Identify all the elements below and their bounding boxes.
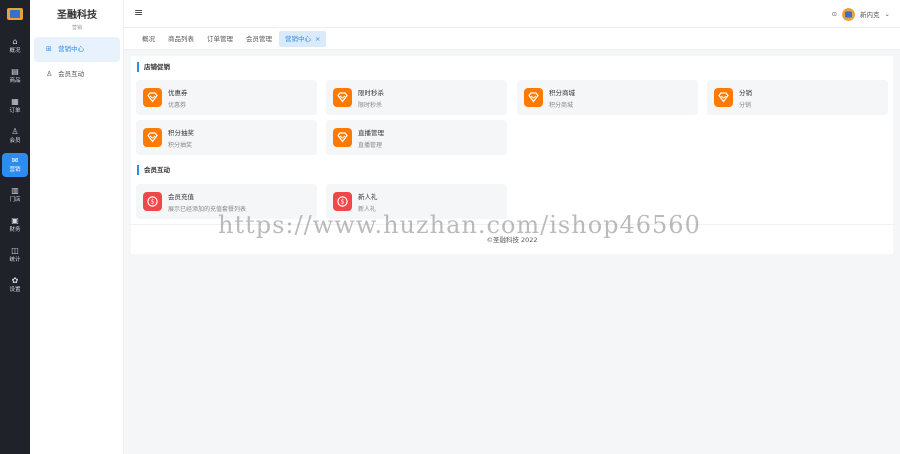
rail-item-label: 统计 xyxy=(9,257,21,263)
rail-item-label: 设置 xyxy=(9,287,21,293)
tab-member-management[interactable]: 会员管理 xyxy=(240,31,278,47)
diamond-icon xyxy=(524,88,543,107)
card-title: 分销 xyxy=(739,89,752,97)
footer-divider xyxy=(131,224,893,225)
rail-item-members[interactable]: ♙ 会员 xyxy=(2,124,28,148)
card-points-lottery[interactable]: 积分抽奖 积分抽奖 xyxy=(136,120,317,155)
rail-item-label: 概况 xyxy=(9,48,21,54)
tab-label: 营销中心 xyxy=(285,34,311,43)
secondary-menu: 圣融科技 营销 ⊞ 营销中心 ♙ 会员互动 xyxy=(30,0,124,454)
app-logo xyxy=(7,8,23,20)
svg-text:$: $ xyxy=(151,199,155,206)
card-coupon[interactable]: 优惠券 优惠券 xyxy=(136,80,317,115)
menu-item-label: 营销中心 xyxy=(58,45,85,53)
order-icon: ▦ xyxy=(11,97,19,106)
top-header: ≡ ⊙ 新内克 ⌄ xyxy=(124,0,900,28)
card-title: 优惠券 xyxy=(168,89,188,97)
stats-icon: ◫ xyxy=(11,246,19,255)
rail-item-settings[interactable]: ✿ 设置 xyxy=(2,273,28,297)
rail-item-stores[interactable]: ▥ 门店 xyxy=(2,183,28,207)
tab-bar: 概况 商品列表 订单管理 会员管理 营销中心 × xyxy=(124,28,900,50)
card-desc: 优惠券 xyxy=(168,102,187,109)
brand-subtitle: 营销 xyxy=(71,25,82,31)
card-desc: 新人礼 xyxy=(358,206,377,213)
chevron-down-icon[interactable]: ⌄ xyxy=(885,10,890,18)
card-title: 积分抽奖 xyxy=(168,129,194,137)
user-area: ⊙ 新内克 ⌄ xyxy=(832,7,890,21)
user-icon: ♙ xyxy=(46,70,53,78)
gift-icon: ⊞ xyxy=(46,45,52,53)
overview-icon: ⌂ xyxy=(12,37,18,46)
rail-item-label: 财务 xyxy=(9,227,21,233)
diamond-icon xyxy=(333,128,352,147)
icon-rail: ⌂ 概况 ▤ 商品 ▦ 订单 ♙ 会员 ✉ 营销 ▥ 门店 ▣ 财务 ◫ 统计 … xyxy=(0,0,30,454)
card-distribution[interactable]: 分销 分销 xyxy=(707,80,888,115)
card-desc: 限时秒杀 xyxy=(358,102,383,109)
svg-text:$: $ xyxy=(341,199,345,206)
card-desc: 直播管理 xyxy=(358,142,383,149)
coin-icon: $ xyxy=(333,192,352,211)
rail-item-stats[interactable]: ◫ 统计 xyxy=(2,243,28,267)
rail-item-overview[interactable]: ⌂ 概况 xyxy=(2,34,28,58)
tab-marketing-center[interactable]: 营销中心 × xyxy=(279,30,327,47)
diamond-icon xyxy=(143,88,162,107)
settings-icon: ✿ xyxy=(11,276,19,285)
copyright: ©圣融科技 2022 xyxy=(486,236,538,244)
lock-icon[interactable]: ⊙ xyxy=(832,10,837,18)
card-live-management[interactable]: 直播管理 直播管理 xyxy=(326,120,507,155)
store-icon: ▥ xyxy=(11,186,19,195)
brand-title: 圣融科技 xyxy=(57,10,97,21)
card-desc: 分销 xyxy=(739,102,752,109)
rail-item-label: 订单 xyxy=(9,108,21,114)
card-title: 新人礼 xyxy=(358,193,378,201)
card-title: 直播管理 xyxy=(358,129,384,137)
avatar[interactable] xyxy=(842,7,856,21)
card-member-recharge[interactable]: $ 会员充值 展示已经添加的充值套餐列表 xyxy=(136,184,317,219)
card-title: 积分商城 xyxy=(549,89,575,97)
finance-icon: ▣ xyxy=(11,216,19,225)
rail-item-label: 门店 xyxy=(9,197,21,203)
tab-goods-list[interactable]: 商品列表 xyxy=(162,31,200,47)
rail-item-finance[interactable]: ▣ 财务 xyxy=(2,213,28,237)
card-desc: 积分商城 xyxy=(549,102,574,109)
goods-icon: ▤ xyxy=(11,67,19,76)
card-desc: 展示已经添加的充值套餐列表 xyxy=(168,206,247,213)
member-icon: ♙ xyxy=(11,127,19,136)
menu-toggle-icon[interactable]: ≡ xyxy=(134,7,143,19)
tab-order-management[interactable]: 订单管理 xyxy=(201,31,239,47)
rail-item-marketing[interactable]: ✉ 营销 xyxy=(2,153,28,177)
rail-item-label: 营销 xyxy=(9,167,21,173)
card-flash-sale[interactable]: 限时秒杀 限时秒杀 xyxy=(326,80,507,115)
coin-icon: $ xyxy=(143,192,162,211)
menu-item-label: 会员互动 xyxy=(58,70,85,78)
rail-item-orders[interactable]: ▦ 订单 xyxy=(2,94,28,118)
menu-item-member-interaction[interactable]: ♙ 会员互动 xyxy=(34,62,120,87)
rail-item-label: 商品 xyxy=(9,78,21,84)
diamond-icon xyxy=(333,88,352,107)
card-title: 会员充值 xyxy=(168,193,194,201)
close-icon[interactable]: × xyxy=(315,35,320,43)
card-desc: 积分抽奖 xyxy=(168,142,193,149)
diamond-icon xyxy=(143,128,162,147)
marketing-icon: ✉ xyxy=(11,156,19,165)
menu-item-marketing-center[interactable]: ⊞ 营销中心 xyxy=(34,37,120,62)
rail-item-goods[interactable]: ▤ 商品 xyxy=(2,64,28,88)
card-points-mall[interactable]: 积分商城 积分商城 xyxy=(517,80,698,115)
username[interactable]: 新内克 xyxy=(860,9,880,19)
rail-item-label: 会员 xyxy=(9,138,21,144)
card-title: 限时秒杀 xyxy=(358,89,384,97)
card-new-user-gift[interactable]: $ 新人礼 新人礼 xyxy=(326,184,507,219)
section-title-promo: 店铺促销 xyxy=(137,62,170,72)
tab-overview[interactable]: 概况 xyxy=(136,31,161,47)
section-title-member: 会员互动 xyxy=(137,165,170,175)
diamond-icon xyxy=(714,88,733,107)
content-panel: 店铺促销 优惠券 优惠券 限时秒杀 限时秒杀 积分商城 积分商城 分销 分销 积… xyxy=(131,56,893,254)
